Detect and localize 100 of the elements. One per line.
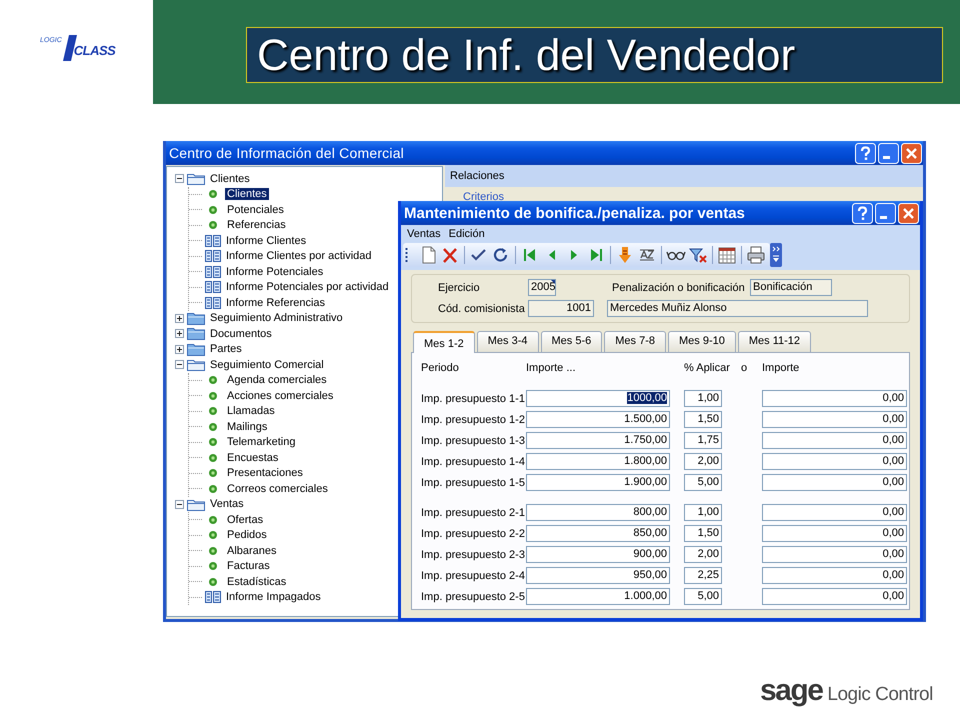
relations-bar[interactable]: Relaciones [445, 165, 923, 187]
tree-item[interactable]: Ofertas [225, 514, 266, 526]
tree-item[interactable]: Presentaciones [225, 467, 305, 480]
amount-field[interactable]: 850,00 [526, 525, 670, 542]
percent-field[interactable]: 1,75 [684, 432, 722, 449]
tab[interactable]: Mes 7-8 [604, 331, 666, 352]
criteria-link[interactable]: Criterios [445, 187, 504, 203]
brand-logo: sage [760, 674, 822, 708]
percent-field[interactable]: 2,25 [684, 567, 722, 584]
amount-field[interactable]: 0,00 [762, 588, 907, 605]
percent-field[interactable]: 1,00 [684, 504, 722, 521]
percent-field[interactable]: 5,00 [684, 588, 722, 605]
expand-icon[interactable] [175, 344, 184, 354]
percent-field[interactable]: 2,00 [684, 453, 722, 470]
amount-field[interactable]: 0,00 [762, 504, 907, 521]
tree-item[interactable]: Informe Potenciales [224, 266, 326, 278]
tree-item[interactable]: Facturas [225, 560, 272, 572]
amount-field[interactable]: 900,00 [526, 546, 670, 563]
amount-field[interactable]: 1.900,00 [526, 474, 670, 491]
tree-item[interactable]: Informe Impagados [224, 591, 323, 604]
window-title: Centro de Información del Comercial [169, 145, 404, 161]
field-label: Penalización o bonificación [612, 282, 746, 294]
product-name: Logic Control [827, 684, 933, 706]
tree-item[interactable]: Documentos [208, 328, 274, 340]
tree-item[interactable]: Seguimiento Administrativo [208, 312, 345, 324]
amount-field[interactable]: 1.000,00 [526, 588, 670, 605]
dot-icon [208, 406, 218, 416]
collapse-icon[interactable] [175, 500, 184, 509]
tree-item[interactable]: Mailings [225, 420, 270, 433]
amount-field[interactable]: 0,00 [762, 453, 907, 470]
row-label: Imp. presupuesto 1-5 [421, 476, 526, 488]
amount-field[interactable]: 1.800,00 [526, 453, 670, 470]
amount-field[interactable]: 800,00 [526, 504, 670, 521]
percent-field[interactable]: 5,00 [684, 474, 722, 491]
percent-field[interactable]: 1,00 [684, 390, 722, 407]
amount-field[interactable]: 0,00 [762, 567, 907, 584]
tree-item[interactable]: Acciones comerciales [225, 390, 336, 402]
year-field[interactable]: 2005 [528, 279, 556, 296]
tree-item[interactable]: Llamadas [225, 405, 277, 418]
amount-field[interactable]: 0,00 [762, 546, 907, 563]
calendar-icon[interactable] [717, 245, 737, 265]
dot-icon [208, 452, 218, 463]
tab[interactable]: Mes 9-10 [668, 331, 736, 352]
minimize-icon[interactable] [875, 202, 896, 224]
tab[interactable]: Mes 11-12 [738, 331, 812, 352]
amount-field[interactable]: 1000,00 [526, 390, 670, 407]
percent-field[interactable]: 1,50 [684, 525, 722, 542]
collapse-icon[interactable] [175, 360, 184, 370]
percent-field[interactable]: 1,50 [684, 411, 722, 428]
help-icon[interactable] [852, 202, 873, 224]
dot-icon [208, 484, 218, 494]
amount-field[interactable]: 0,00 [762, 411, 907, 428]
expand-icon[interactable] [175, 314, 184, 323]
close-icon[interactable] [898, 202, 919, 224]
dot-icon [208, 375, 218, 386]
row-label: Imp. presupuesto 2-4 [421, 570, 526, 582]
menu-item[interactable]: Ventas [407, 228, 441, 240]
printer-icon[interactable] [746, 245, 766, 265]
tree-item[interactable]: Partes [208, 343, 244, 356]
dot-icon [208, 530, 218, 540]
tab[interactable]: Mes 5-6 [540, 331, 602, 352]
tree-item[interactable]: Informe Clientes [224, 234, 308, 247]
tree-item[interactable]: Referencias [225, 219, 288, 232]
tree-item[interactable]: Telemarketing [225, 436, 298, 448]
tree-item[interactable]: Agenda comerciales [225, 374, 329, 386]
tree-item[interactable]: Informe Potenciales por actividad [224, 281, 391, 294]
collapse-icon[interactable] [175, 174, 184, 184]
expand-icon[interactable] [175, 329, 184, 338]
type-field[interactable]: Bonificación [750, 279, 832, 296]
tree-item[interactable]: Potenciales [225, 204, 286, 216]
minimize-icon[interactable] [878, 142, 899, 164]
amount-field[interactable]: 0,00 [762, 390, 907, 407]
tab[interactable]: Mes 1-2 [413, 331, 475, 353]
name-field[interactable]: Mercedes Muñiz Alonso [607, 300, 868, 317]
percent-field[interactable]: 2,00 [684, 546, 722, 563]
amount-field[interactable]: 1.750,00 [526, 432, 670, 449]
help-icon[interactable] [855, 142, 876, 164]
amount-field[interactable]: 0,00 [762, 474, 907, 491]
tree-item[interactable]: Estadísticas [225, 576, 288, 588]
close-icon[interactable] [901, 142, 922, 164]
tree-item[interactable]: Ventas [208, 498, 246, 510]
column-heading: Importe [762, 362, 800, 374]
column-heading: o [741, 362, 748, 374]
tree-item[interactable]: Informe Clientes por actividad [224, 250, 374, 262]
tree-item[interactable]: Informe Referencias [224, 296, 328, 309]
tab[interactable]: Mes 3-4 [476, 331, 538, 352]
amount-field[interactable]: 0,00 [762, 525, 907, 542]
tree-item[interactable]: Pedidos [225, 529, 269, 542]
code-field[interactable]: 1001 [528, 300, 594, 317]
amount-field[interactable]: 950,00 [526, 567, 670, 584]
menu-item[interactable]: Edición [448, 228, 485, 240]
tree-item[interactable]: Albaranes [225, 544, 279, 557]
tree-item[interactable]: Clientes [208, 172, 252, 185]
tree-item[interactable]: Seguimiento Comercial [208, 358, 326, 371]
tree-item[interactable]: Encuestas [225, 452, 280, 464]
amount-field[interactable]: 0,00 [762, 432, 907, 449]
amount-field[interactable]: 1.500,00 [526, 411, 670, 428]
overflow-icon[interactable] [770, 243, 782, 267]
tree-item[interactable]: Clientes [225, 188, 269, 200]
tree-item[interactable]: Correos comerciales [225, 482, 330, 495]
